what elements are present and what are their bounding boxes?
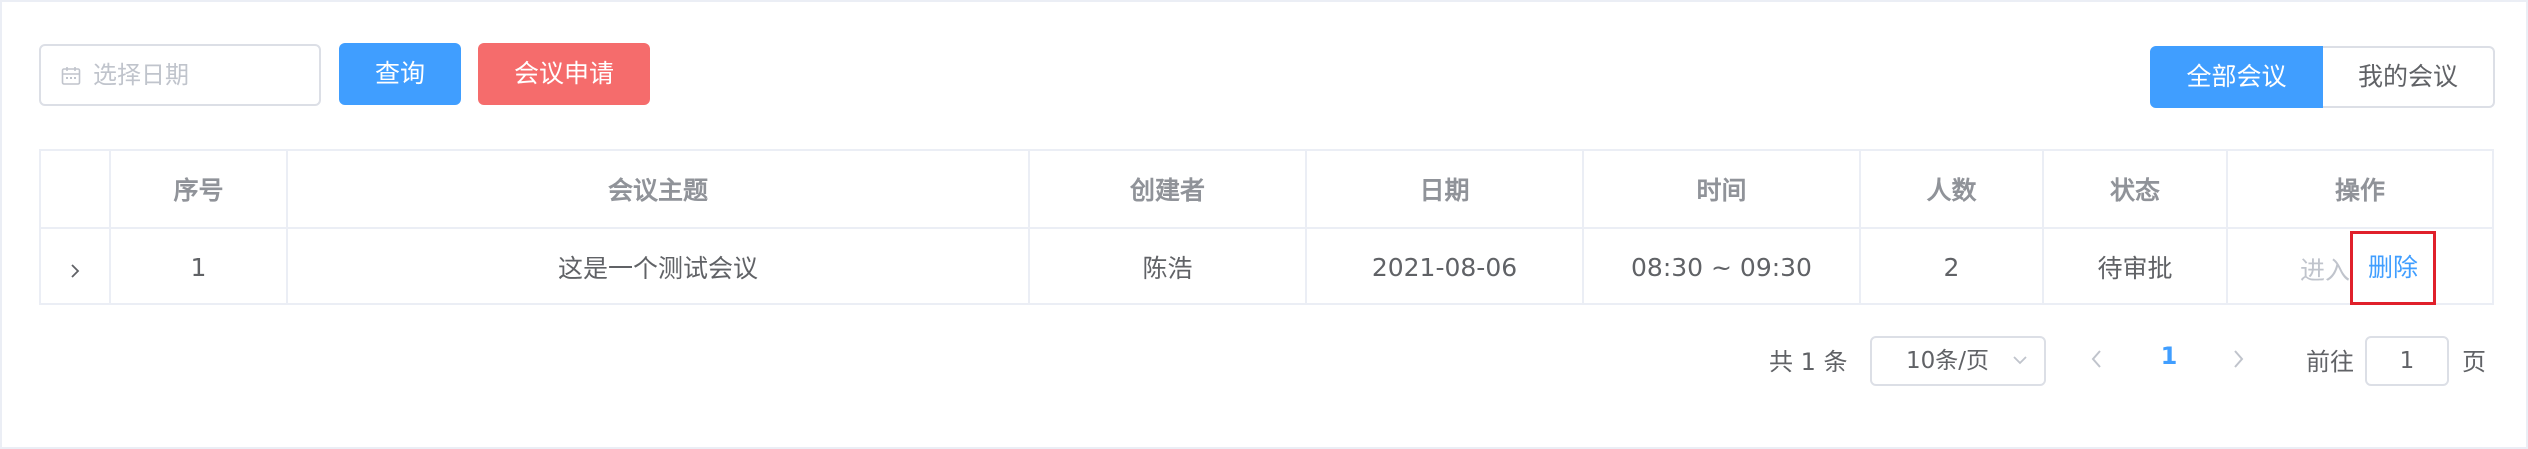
cell-creator: 陈浩 <box>1030 229 1307 305</box>
header-date: 日期 <box>1307 151 1584 227</box>
cell-time: 08:30 ~ 09:30 <box>1584 229 1861 305</box>
pagination-total: 共 1 条 <box>1769 348 1848 376</box>
cell-index: 1 <box>111 229 288 305</box>
header-count: 人数 <box>1861 151 2044 227</box>
meetings-table: 序号 会议主题 创建者 日期 时间 人数 状态 操作 1 这是一个测试会议 陈浩… <box>39 149 2494 305</box>
header-status: 状态 <box>2044 151 2228 227</box>
query-button[interactable]: 查询 <box>339 43 461 105</box>
cell-date: 2021-08-06 <box>1307 229 1584 305</box>
header-actions: 操作 <box>2334 176 2385 205</box>
cell-actions: 进入 删除 <box>2228 229 2492 305</box>
page-size-value: 10条/页 <box>1906 348 1990 374</box>
page-unit-label: 页 <box>2462 348 2486 376</box>
page-size-select[interactable]: 10条/页 <box>1870 336 2046 386</box>
tab-my-meetings[interactable]: 我的会议 <box>2323 46 2495 108</box>
header-creator: 创建者 <box>1030 151 1307 227</box>
page-frame: 选择日期 查询 会议申请 全部会议 我的会议 序号 会议主题 创建者 日期 时间… <box>0 0 2528 449</box>
next-page-icon[interactable] <box>2228 347 2248 371</box>
cell-count: 2 <box>1861 229 2044 305</box>
goto-page-input[interactable]: 1 <box>2365 336 2449 386</box>
header-topic: 会议主题 <box>288 151 1030 227</box>
cell-topic: 这是一个测试会议 <box>288 229 1030 305</box>
row-expand-toggle[interactable] <box>41 229 111 305</box>
header-index: 序号 <box>111 151 288 227</box>
meeting-apply-button[interactable]: 会议申请 <box>478 43 650 105</box>
date-picker-input[interactable]: 选择日期 <box>39 44 321 106</box>
table-header-row: 序号 会议主题 创建者 日期 时间 人数 状态 操作 <box>41 151 2492 229</box>
prev-page-icon[interactable] <box>2087 347 2107 371</box>
chevron-down-icon <box>2013 356 2027 365</box>
header-expand <box>41 151 111 227</box>
calendar-icon <box>61 67 81 85</box>
cell-status: 待审批 <box>2044 229 2228 305</box>
enter-button[interactable]: 进入 <box>2300 251 2350 287</box>
header-time: 时间 <box>1584 151 1861 227</box>
tab-all-meetings[interactable]: 全部会议 <box>2150 46 2323 108</box>
date-placeholder: 选择日期 <box>93 61 189 89</box>
goto-label: 前往 <box>2306 348 2354 376</box>
chevron-right-icon <box>71 264 80 278</box>
delete-button[interactable]: 删除 <box>2350 231 2436 305</box>
page-number-current[interactable]: 1 <box>2157 342 2181 370</box>
table-row: 1 这是一个测试会议 陈浩 2021-08-06 08:30 ~ 09:30 2… <box>41 229 2492 305</box>
